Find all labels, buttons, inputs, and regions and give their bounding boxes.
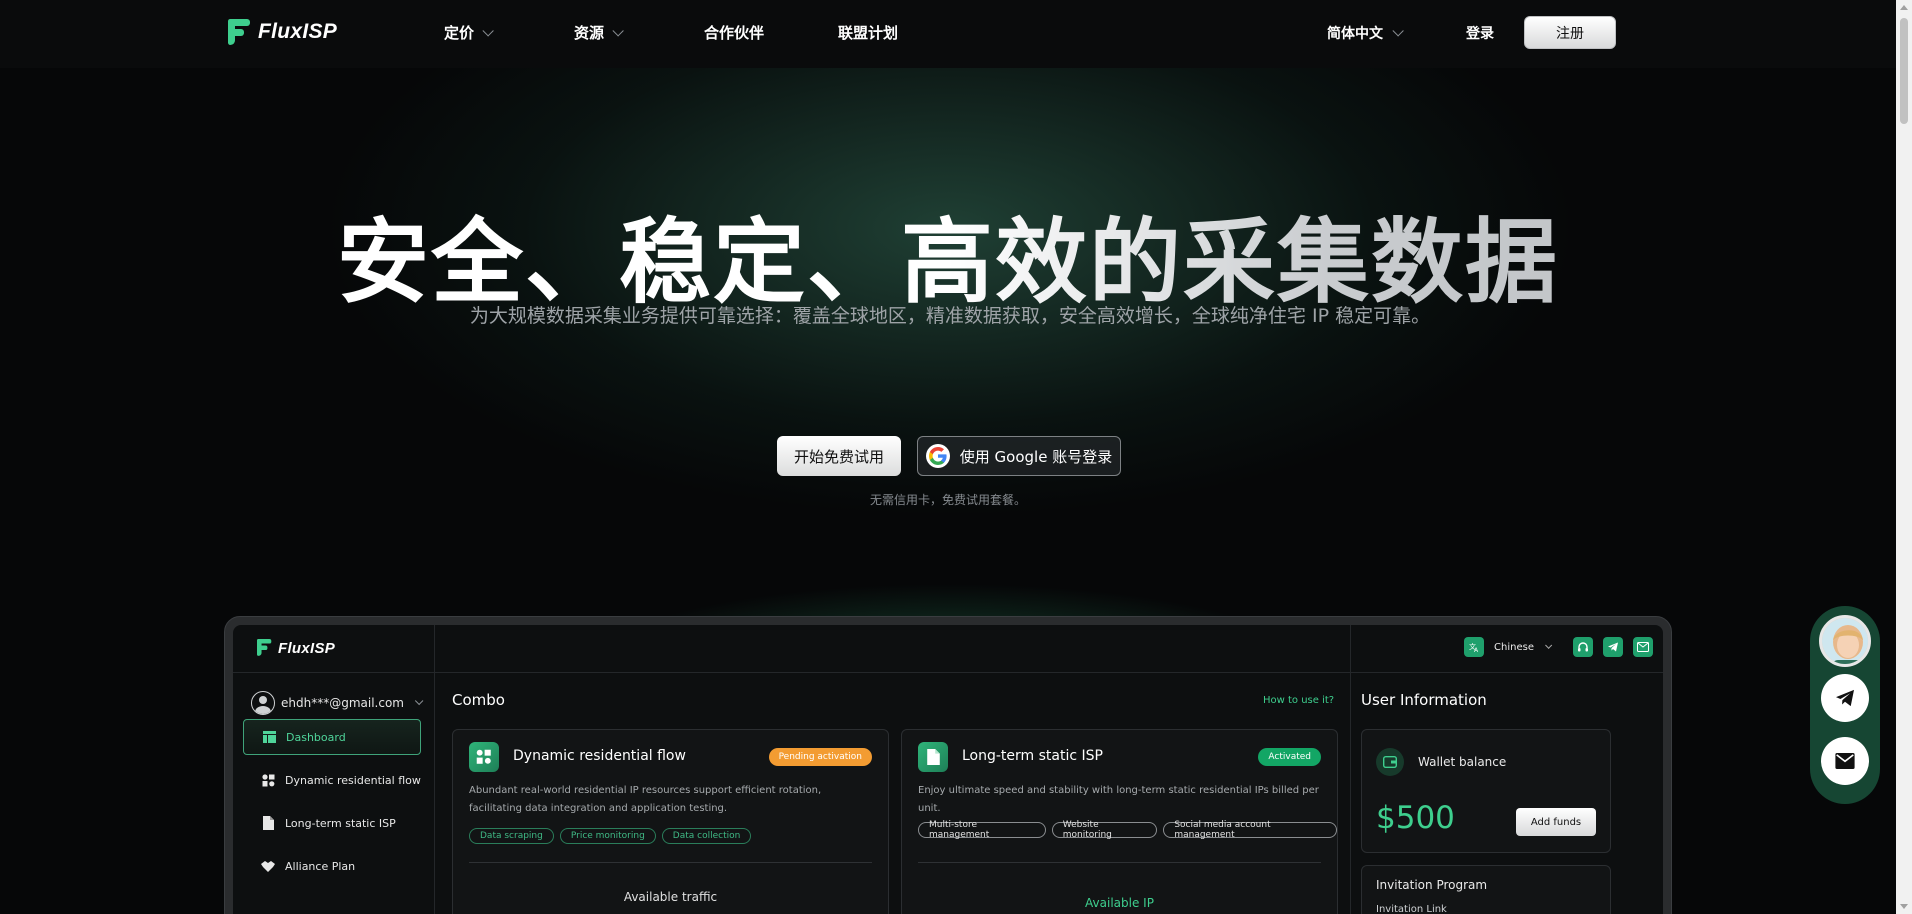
scroll-down-arrow-icon[interactable] — [1900, 904, 1908, 909]
brand-name: FluxISP — [258, 20, 338, 43]
sidebar-item-static-isp[interactable]: Long-term static ISP — [243, 805, 421, 841]
contact-widget — [1810, 606, 1880, 804]
wallet-amount: $500 — [1376, 800, 1455, 836]
support-agent-avatar[interactable] — [1819, 615, 1871, 667]
nav-actions: 简体中文 登录 注册 — [1327, 16, 1616, 49]
sidebar-item-alliance-plan[interactable]: Alliance Plan — [243, 848, 421, 884]
dashboard-logo: FluxISP — [257, 639, 335, 657]
user-information-panel: User Information Wallet balance $500 Add… — [1350, 625, 1620, 914]
mail-icon[interactable] — [1633, 637, 1653, 657]
card-divider — [469, 862, 872, 863]
sidebar-item-label: Long-term static ISP — [285, 816, 396, 830]
sidebar-item-label: Alliance Plan — [285, 859, 356, 873]
mail-icon — [1835, 753, 1855, 769]
user-avatar-icon — [251, 691, 275, 715]
dashboard-sidebar: FluxISP ehdh***@gmail.com Dashboard Dyna… — [233, 625, 435, 914]
logo-mark-icon — [228, 19, 250, 45]
google-login-button[interactable]: 使用 Google 账号登录 — [917, 436, 1121, 476]
page-scrollbar[interactable] — [1896, 0, 1912, 914]
card-title: Long-term static ISP — [962, 748, 1103, 764]
language-label: 简体中文 — [1327, 25, 1383, 42]
wallet-label: Wallet balance — [1418, 755, 1507, 769]
card-tags: Multi-store management Website monitorin… — [918, 820, 1337, 840]
invitation-title: Invitation Program — [1376, 878, 1488, 892]
logo-mark-icon — [257, 639, 272, 656]
sidebar-item-dynamic-flow[interactable]: Dynamic residential flow — [243, 762, 421, 798]
telegram-contact-button[interactable] — [1821, 674, 1869, 722]
nav-item-resources[interactable]: 资源 — [574, 22, 704, 43]
nav-item-affiliate[interactable]: 联盟计划 — [838, 22, 898, 43]
sidebar-item-label: Dashboard — [286, 730, 346, 744]
brand-logo[interactable]: FluxISP — [228, 19, 337, 45]
scroll-up-arrow-icon[interactable] — [1900, 5, 1908, 10]
google-icon — [925, 444, 950, 468]
dynamic-flow-icon — [469, 742, 499, 772]
document-icon — [261, 816, 275, 830]
signup-button[interactable]: 注册 — [1524, 16, 1616, 49]
combo-title: Combo — [452, 691, 505, 709]
login-link[interactable]: 登录 — [1466, 23, 1494, 43]
language-selector[interactable]: 简体中文 — [1327, 23, 1404, 43]
sidebar-item-dashboard[interactable]: Dashboard — [243, 719, 421, 755]
invitation-card: Invitation Program Invitation Link — [1361, 865, 1611, 914]
tag: Multi-store management — [918, 820, 1046, 840]
card-divider — [918, 862, 1321, 863]
tag: Data collection — [661, 828, 752, 844]
tag: Price monitoring — [559, 828, 656, 844]
nav-item-label: 联盟计划 — [838, 24, 899, 42]
product-card-dynamic-residential[interactable]: Dynamic residential flow Pending activat… — [452, 729, 889, 914]
scrollbar-thumb[interactable] — [1900, 18, 1908, 124]
dashboard-icon — [262, 730, 276, 744]
card-footer-label: Available traffic — [623, 890, 718, 904]
status-badge: Activated — [1258, 748, 1321, 766]
document-icon — [918, 742, 948, 772]
how-to-use-link[interactable]: How to use it? — [1263, 695, 1334, 706]
user-email: ehdh***@gmail.com — [281, 696, 404, 710]
top-navbar: FluxISP 定价 资源 合作伙伴 联盟计划 简体中文 登录 注册 — [0, 0, 1896, 68]
card-tags: Data scraping Price monitoring Data coll… — [469, 828, 752, 844]
dashboard-preview-screen: FluxISP ehdh***@gmail.com Dashboard Dyna… — [233, 625, 1663, 914]
card-footer-label: Available IP — [1085, 896, 1154, 910]
invitation-link-label: Invitation Link — [1376, 904, 1447, 914]
chevron-down-icon — [482, 24, 494, 37]
wallet-icon — [1376, 748, 1404, 776]
nav-item-label: 资源 — [574, 24, 605, 42]
card-description: Abundant real-world residential IP resou… — [469, 785, 822, 814]
product-card-static-isp[interactable]: Long-term static ISP Activated Enjoy ult… — [901, 729, 1338, 914]
nav-item-pricing[interactable]: 定价 — [444, 22, 574, 43]
wallet-card: Wallet balance $500 Add funds — [1361, 729, 1611, 853]
card-title: Dynamic residential flow — [513, 748, 686, 764]
handshake-icon — [261, 859, 275, 873]
sidebar-item-label: Dynamic residential flow — [285, 773, 421, 787]
chevron-down-icon — [414, 696, 424, 706]
nav-item-label: 定价 — [444, 24, 475, 42]
email-contact-button[interactable] — [1821, 737, 1869, 785]
main-nav: 定价 资源 合作伙伴 联盟计划 — [444, 22, 898, 43]
tag: Data scraping — [469, 828, 554, 844]
hero-subtitle: 为大规模数据采集业务提供可靠选择：覆盖全球地区，精准数据获取，安全高效增长，全球… — [469, 305, 1431, 327]
hero-background-glow — [0, 68, 1896, 628]
chevron-down-icon — [1392, 24, 1404, 37]
tag: Website monitoring — [1051, 820, 1158, 840]
dashboard-preview-frame: FluxISP ehdh***@gmail.com Dashboard Dyna… — [224, 616, 1672, 914]
telegram-icon — [1836, 689, 1854, 707]
start-free-trial-button[interactable]: 开始免费试用 — [777, 436, 901, 476]
user-account-menu[interactable]: ehdh***@gmail.com — [251, 691, 424, 715]
tag: Social media account management — [1163, 820, 1337, 840]
card-description: Enjoy ultimate speed and stability with … — [918, 785, 1319, 814]
dashboard-brand-name: FluxISP — [278, 639, 336, 657]
dynamic-flow-icon — [261, 773, 275, 787]
no-credit-card-note: 无需信用卡，免费试用套餐。 — [869, 493, 1026, 507]
nav-item-partners[interactable]: 合作伙伴 — [704, 22, 838, 43]
nav-item-label: 合作伙伴 — [704, 24, 765, 42]
add-funds-button[interactable]: Add funds — [1516, 808, 1596, 836]
user-information-title: User Information — [1361, 691, 1487, 709]
status-badge: Pending activation — [768, 748, 872, 766]
chevron-down-icon — [612, 24, 624, 37]
google-login-label: 使用 Google 账号登录 — [959, 447, 1113, 466]
